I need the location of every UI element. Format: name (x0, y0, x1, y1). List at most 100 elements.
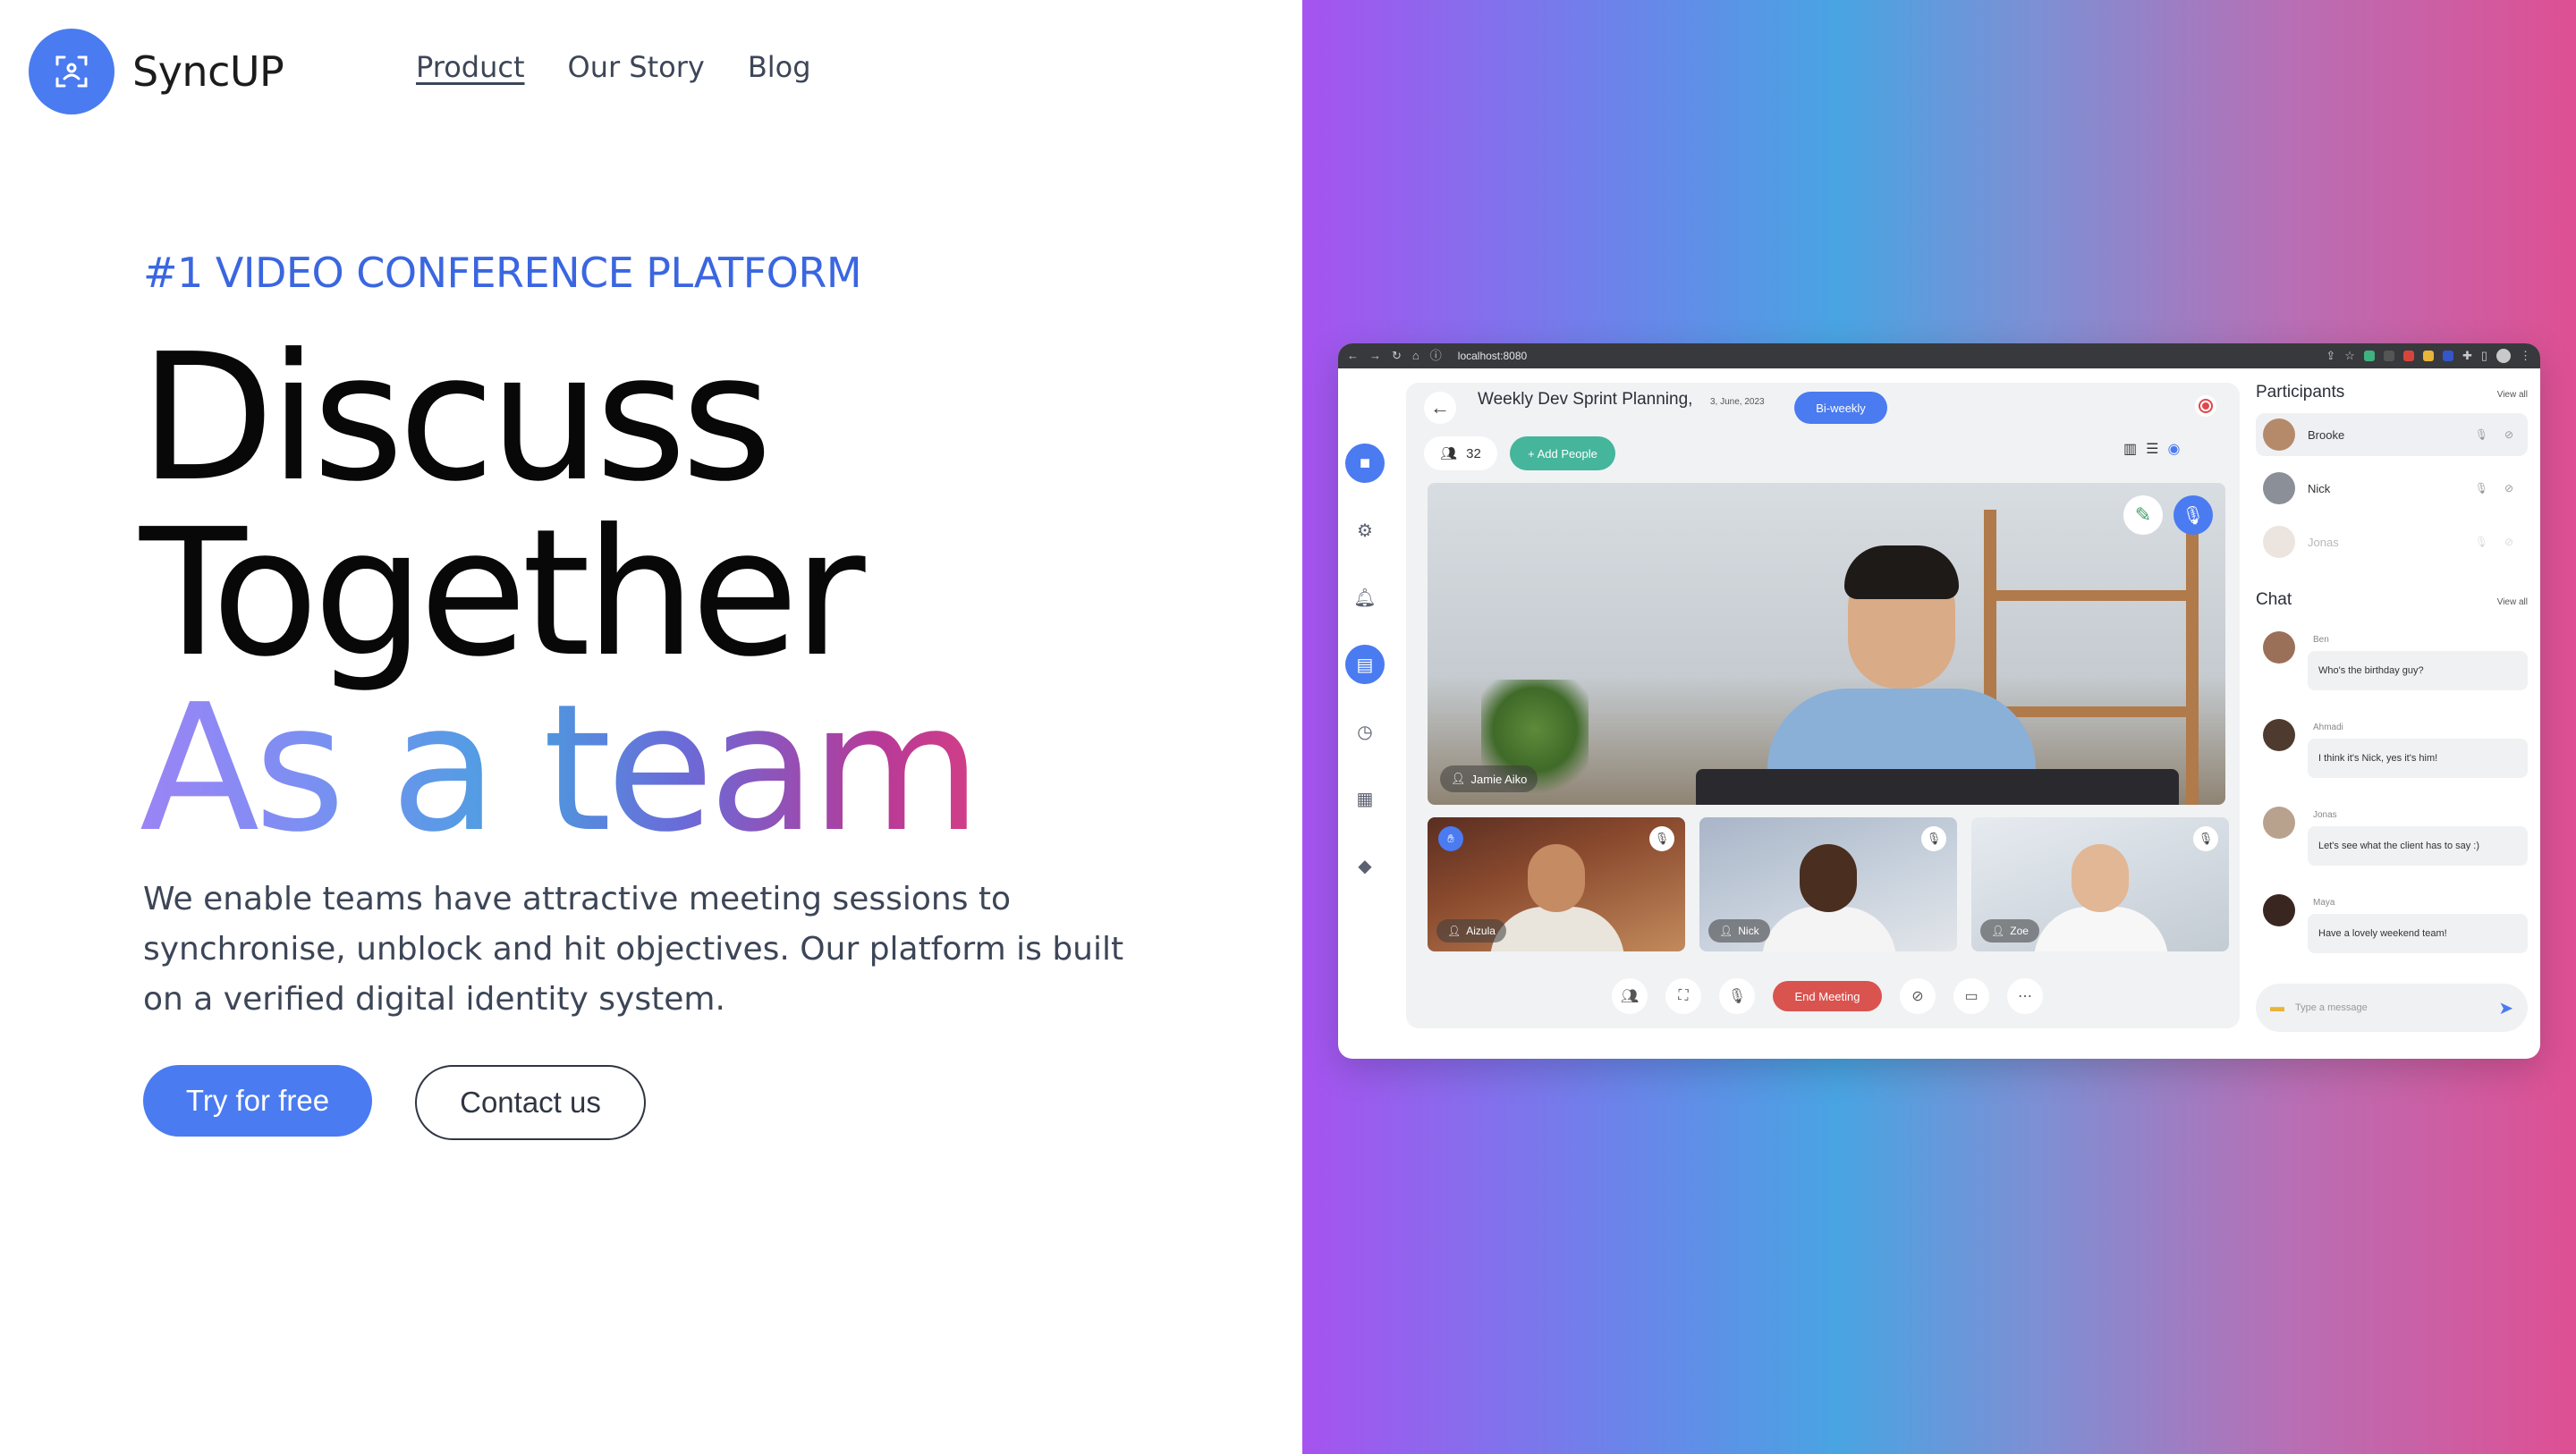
chat-input: ▬ Type a message ➤ (2256, 984, 2528, 1032)
camera-off-icon: ⊘ (2504, 536, 2513, 548)
microphone-icon: 🎙︎ (2474, 482, 2488, 495)
browser-reload-icon: ↻ (1392, 349, 1402, 362)
right-panel: Participants View all Brooke 🎙︎ ⊘ Nick 🎙︎… (2256, 383, 2528, 960)
profile-avatar-icon (2496, 349, 2511, 363)
chat-message: Maya Have a lovely weekend team! (2256, 894, 2528, 960)
participant-name: Zoe (2010, 925, 2029, 937)
screen-share-icon: ▭ (1953, 978, 1989, 1014)
logo-mark-icon (29, 29, 114, 114)
chat-bubble-icon: ▤ (1345, 645, 1385, 684)
share-icon: ⇪ (2326, 349, 2336, 362)
participant-name-tag: 👤︎ Nick (1708, 919, 1770, 943)
nav-link-our-story[interactable]: Our Story (568, 50, 705, 84)
participant-count-value: 32 (1466, 445, 1481, 461)
chat-text: Let's see what the client has to say :) (2308, 826, 2528, 866)
more-options-icon: ⋯ (2007, 978, 2043, 1014)
nav-link-product[interactable]: Product (416, 50, 525, 84)
back-arrow-icon: ← (1424, 392, 1456, 424)
brand-name: SyncUP (132, 47, 284, 96)
chat-input-placeholder: Type a message (2295, 1002, 2368, 1013)
camera-off-icon: ⊘ (2504, 482, 2513, 495)
meeting-date: 3, June, 2023 (1710, 397, 1765, 407)
pen-icon: ✎ (2123, 495, 2163, 535)
chat-sender: Jonas (2313, 810, 2337, 820)
avatar (2263, 631, 2295, 664)
avatar (2263, 719, 2295, 751)
browser-forward-icon: → (1369, 349, 1381, 362)
participant-count: 👥︎ 32 (1424, 436, 1497, 470)
participant-thumbnails: ✋︎ 🎙︎ 👤︎ Aizula 🎙︎ 👤︎ Nick 🎙︎ 👤︎ Zoe (1428, 817, 2229, 951)
speaker-name: Jamie Aiko (1470, 772, 1528, 786)
participant-name: Nick (2308, 481, 2331, 495)
participants-icon: 👥︎ (1612, 978, 1648, 1014)
person-icon: 👤︎ (1447, 925, 1462, 937)
speaker-name-tag: 👤︎ Jamie Aiko (1440, 765, 1538, 792)
brand-logo[interactable]: SyncUP (29, 29, 284, 114)
microphone-icon: 🎙︎ (1921, 826, 1946, 851)
participants-view-all: View all (2496, 390, 2528, 400)
chat-sender: Maya (2313, 898, 2335, 908)
chat-message: Ahmadi I think it's Nick, yes it's him! (2256, 719, 2528, 785)
headline-line-2: Together (140, 492, 866, 696)
browser-toolbar: ← → ↻ ⌂ ⓘ localhost:8080 ⇪ ☆ ✚ ▯ ⋮ (1338, 343, 2540, 368)
vue-extension-icon (2363, 351, 2375, 361)
contact-us-button[interactable]: Contact us (415, 1065, 646, 1140)
browser-extensions: ⇪ ☆ ✚ ▯ ⋮ (2326, 343, 2531, 368)
site-info-icon: ⓘ (1429, 349, 1442, 362)
browser-home-icon: ⌂ (1411, 349, 1419, 362)
chat-message: Ben Who's the birthday guy? (2256, 631, 2528, 697)
layout-view-switcher: ▥ ☰ ◉ (2123, 440, 2180, 458)
main-speaker-video: ✎ 🎙︎ 👤︎ Jamie Aiko (1428, 483, 2225, 805)
list-view-icon: ☰ (2146, 442, 2159, 457)
participant-name-tag: 👤︎ Aizula (1436, 919, 1506, 943)
avatar (2263, 894, 2295, 926)
laptop (1696, 769, 2179, 805)
microphone-icon: 🎙︎ (2174, 495, 2213, 535)
clock-icon: ◷ (1357, 722, 1373, 742)
microphone-icon: 🎙︎ (2193, 826, 2218, 851)
chat-text: Have a lovely weekend team! (2308, 914, 2528, 953)
chat-title: Chat (2256, 590, 2292, 609)
record-icon (2195, 395, 2216, 417)
speaker-figure (1767, 537, 2036, 805)
extension-icon (2383, 351, 2394, 361)
try-for-free-button[interactable]: Try for free (143, 1065, 372, 1137)
participant-video: 🎙︎ 👤︎ Zoe (1971, 817, 2229, 951)
microphone-icon: 🎙︎ (1719, 978, 1755, 1014)
fullscreen-icon: ⛶ (1665, 978, 1701, 1014)
headline-line-3: As a team (140, 667, 981, 871)
bookmark-star-icon: ☆ (2344, 349, 2355, 362)
participants-header: Participants View all (2256, 383, 2528, 402)
camera-off-icon: ⊘ (1900, 978, 1936, 1014)
participant-video: ✋︎ 🎙︎ 👤︎ Aizula (1428, 817, 1685, 951)
participant-name: Aizula (1466, 925, 1496, 937)
app-screenshot-mockup: ← → ↻ ⌂ ⓘ localhost:8080 ⇪ ☆ ✚ ▯ ⋮ ■ ⚙ 🔔… (1338, 343, 2540, 1059)
browser-back-icon: ← (1347, 349, 1359, 362)
avatar (2263, 472, 2295, 504)
headline-line-1: Discuss (140, 317, 773, 520)
send-icon: ➤ (2498, 998, 2513, 1019)
hero-description: We enable teams have attractive meeting … (143, 881, 1124, 1018)
participant-name: Jonas (2308, 535, 2339, 549)
app-sidebar: ■ ⚙ 🔔︎ ▤ ◷ ▦ ◆ (1345, 444, 1390, 913)
camera-off-icon: ⊘ (2504, 428, 2513, 441)
microphone-icon: 🎙︎ (2474, 536, 2488, 548)
participant-row: Brooke 🎙︎ ⊘ (2256, 413, 2528, 456)
avatar (2263, 526, 2295, 558)
column-view-icon: ▥ (2123, 442, 2138, 457)
nav-link-blog[interactable]: Blog (748, 50, 811, 84)
hero-eyebrow: #1 VIDEO CONFERENCE PLATFORM (143, 249, 862, 297)
browser-url: localhost:8080 (1457, 350, 1528, 362)
meeting-stage: ← Weekly Dev Sprint Planning, 3, June, 2… (1406, 383, 2240, 1028)
calendar-icon: ▦ (1356, 789, 1374, 809)
person-icon: 👤︎ (1719, 925, 1733, 937)
avatar (2263, 418, 2295, 451)
bell-icon: 🔔︎ (1353, 588, 1377, 608)
extension-icon (2442, 351, 2453, 361)
people-icon: 👥︎ (1440, 446, 1458, 461)
hero-headline: Discuss Together As a team (140, 317, 981, 871)
meeting-controls: 👥︎ ⛶ 🎙︎ End Meeting ⊘ ▭ ⋯ (1612, 978, 2043, 1014)
recurrence-badge: Bi-weekly (1794, 392, 1887, 424)
add-people-button: + Add People (1510, 436, 1615, 470)
microphone-icon: 🎙︎ (2474, 428, 2488, 441)
